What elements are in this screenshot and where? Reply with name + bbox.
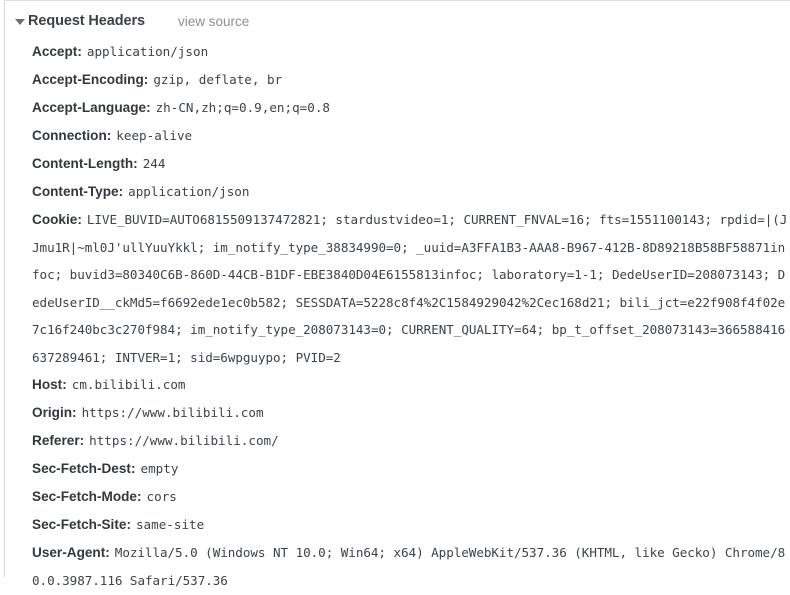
header-value[interactable]: empty: [136, 461, 179, 476]
header-value[interactable]: cors: [142, 489, 177, 504]
header-value[interactable]: cm.bilibili.com: [67, 377, 186, 392]
header-value[interactable]: gzip, deflate, br: [148, 72, 282, 87]
header-row[interactable]: Sec-Fetch-Mode: cors: [0, 483, 790, 511]
header-name: Sec-Fetch-Dest: [32, 461, 131, 476]
header-name: Cookie: [32, 212, 78, 227]
header-value[interactable]: LIVE_BUVID=AUTO6815509137472821; stardus…: [32, 212, 787, 365]
panel-top-divider: [4, 0, 790, 1]
header-name: Accept-Encoding: [32, 72, 144, 87]
header-name: Referer: [32, 433, 80, 448]
header-name: Connection: [32, 128, 107, 143]
header-name: Accept: [32, 44, 78, 59]
header-value[interactable]: zh-CN,zh;q=0.9,en;q=0.8: [151, 100, 330, 115]
header-name: Content-Type: [32, 184, 119, 199]
header-name: Host: [32, 377, 63, 392]
header-row[interactable]: User-Agent: Mozilla/5.0 (Windows NT 10.0;…: [0, 539, 790, 595]
request-headers-section-header[interactable]: Request Headers view source: [0, 10, 249, 32]
header-name: Accept-Language: [32, 100, 147, 115]
header-row[interactable]: Cookie: LIVE_BUVID=AUTO6815509137472821; …: [0, 206, 790, 371]
header-value[interactable]: https://www.bilibili.com: [77, 405, 264, 420]
header-value[interactable]: 244: [138, 156, 166, 171]
triangle-down-icon[interactable]: [14, 16, 25, 27]
header-row[interactable]: Sec-Fetch-Site: same-site: [0, 511, 790, 539]
request-headers-panel: Request Headers view source Accept: appli…: [0, 0, 790, 588]
header-value[interactable]: https://www.bilibili.com/: [84, 433, 279, 448]
header-value[interactable]: same-site: [131, 517, 204, 532]
header-name: Content-Length: [32, 156, 134, 171]
header-row[interactable]: Connection: keep-alive: [0, 122, 790, 150]
header-row[interactable]: Sec-Fetch-Dest: empty: [0, 455, 790, 483]
request-headers-list: Accept: application/json Accept-Encoding: g…: [0, 38, 790, 595]
header-row[interactable]: Content-Length: 244: [0, 150, 790, 178]
header-colon: :: [72, 405, 77, 420]
header-value[interactable]: application/json: [82, 44, 208, 59]
header-row[interactable]: Accept-Language: zh-CN,zh;q=0.9,en;q=0.8: [0, 94, 790, 122]
header-name: Origin: [32, 405, 73, 420]
header-value[interactable]: keep-alive: [111, 128, 192, 143]
header-row[interactable]: Origin: https://www.bilibili.com: [0, 399, 790, 427]
header-colon: :: [146, 100, 151, 115]
section-title: Request Headers: [28, 13, 145, 29]
view-source-link[interactable]: view source: [178, 14, 249, 29]
header-colon: :: [137, 489, 142, 504]
header-name: User-Agent: [32, 545, 106, 560]
header-name: Sec-Fetch-Site: [32, 517, 127, 532]
header-row[interactable]: Accept-Encoding: gzip, deflate, br: [0, 66, 790, 94]
header-name: Sec-Fetch-Mode: [32, 489, 137, 504]
header-row[interactable]: Accept: application/json: [0, 38, 790, 66]
header-value[interactable]: application/json: [123, 184, 249, 199]
header-row[interactable]: Host: cm.bilibili.com: [0, 371, 790, 399]
header-row[interactable]: Referer: https://www.bilibili.com/: [0, 427, 790, 455]
header-value[interactable]: Mozilla/5.0 (Windows NT 10.0; Win64; x64…: [32, 545, 785, 588]
header-colon: :: [130, 461, 136, 476]
header-row[interactable]: Content-Type: application/json: [0, 178, 790, 206]
